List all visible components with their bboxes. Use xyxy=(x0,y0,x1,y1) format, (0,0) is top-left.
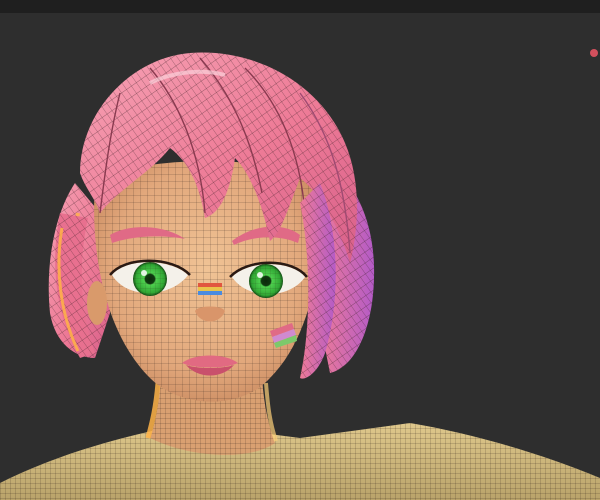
viewport-header xyxy=(0,0,600,13)
character-render xyxy=(0,52,600,500)
3d-viewport[interactable] xyxy=(0,13,600,500)
gizmo-dot-icon[interactable] xyxy=(590,49,598,57)
shirt xyxy=(0,423,600,500)
